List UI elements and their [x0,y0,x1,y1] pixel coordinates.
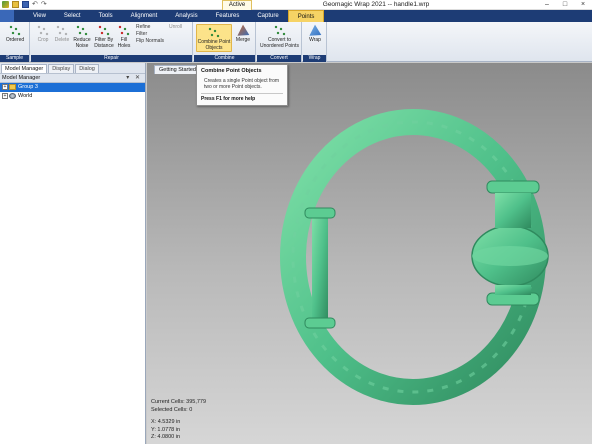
merge-icon [237,24,250,36]
ordered-button[interactable]: Ordered [3,24,27,44]
current-cells-text: Current Cells: 395,779 [151,399,207,405]
expand-toggle-icon[interactable]: + [2,92,8,99]
merge-button[interactable]: Merge [234,24,252,44]
coordinate-readout: X: 4.5329 in Y: 1.0778 in Z: 4.0800 in [151,419,180,442]
combine-point-objects-icon [207,26,221,39]
tree-item-world[interactable]: + World [0,92,145,101]
delete-button[interactable]: Delete [52,24,72,44]
tooltip-divider [201,93,283,94]
flip-normals-button[interactable]: Flip Normals [136,38,164,45]
ribbon-tab-bar: View Select Tools Alignment Analysis Fea… [0,10,592,22]
group-sample: Ordered Sample [0,22,30,62]
coord-z: Z: 4.0800 in [151,434,181,440]
filter-button[interactable]: Filter [136,31,164,38]
center-bulb-band [472,246,548,266]
tooltip-help: Press F1 for more help [201,96,256,102]
convert-unordered-points-button[interactable]: Convert to Unordered Points [259,24,300,49]
group-wrap: Wrap Wrap [303,22,327,62]
folder-icon [9,83,16,90]
convert-unordered-icon [272,24,287,37]
collar-top-left [304,207,336,219]
coord-x: X: 4.5329 in [151,419,181,425]
tab-dialog[interactable]: Dialog [75,64,99,73]
combine-point-objects-button[interactable]: Combine Point Objects [196,24,232,52]
right-lower-segment [495,285,531,295]
crop-button[interactable]: Crop [34,24,52,44]
crop-icon [36,24,50,37]
unroll-button[interactable]: Unroll [169,24,182,31]
coord-y: Y: 1.0778 in [151,426,181,433]
tab-display[interactable]: Display [48,64,75,73]
tooltip-description: Creates a single Point object from two o… [204,78,280,90]
left-bar [312,213,328,325]
tab-points[interactable]: Points [287,10,325,22]
group-label-combine: Combine [194,55,255,62]
reduce-noise-icon [75,24,89,37]
panel-header: Model Manager ▾ ✕ [0,73,145,83]
title-bar: ↶ ↷ Active Geomagic Wrap 2021 -- handle1… [0,0,592,10]
tooltip-title: Combine Point Objects [201,68,262,74]
window-controls: – □ × [538,0,592,10]
tab-view[interactable]: View [24,10,55,22]
group-combine: Combine Point Objects Merge Combine [194,22,256,62]
group-label-convert: Convert [257,55,301,62]
tooltip: Combine Point Objects Creates a single P… [196,64,288,106]
fill-holes-icon [117,24,131,37]
tab-capture[interactable]: Capture [248,10,287,22]
handle-model [280,109,549,405]
collar-bottom-left [304,317,336,329]
globe-icon [9,92,16,99]
expand-toggle-icon[interactable]: + [2,83,8,90]
3d-viewport[interactable]: Getting Started Current Cells: 395,779 S… [147,63,592,444]
group-label-wrap: Wrap [303,55,326,62]
refine-button[interactable]: Refine [136,24,164,31]
file-menu-button[interactable] [0,10,14,22]
reduce-noise-button[interactable]: Reduce Noise [72,24,92,49]
wrap-button[interactable]: Wrap [305,24,325,44]
selected-cells-text: Selected Cells: 0 [151,406,193,413]
tab-analysis[interactable]: Analysis [166,10,206,22]
group-convert: Convert to Unordered Points Convert [257,22,302,62]
tree-item-group[interactable]: + Group 3 [0,83,145,92]
fill-holes-button[interactable]: Fill Holes [116,24,132,49]
model-manager-panel: Model Manager Display Dialog Model Manag… [0,63,146,444]
filter-by-distance-icon [97,24,111,37]
close-icon[interactable]: × [574,0,592,10]
group-label-sample: Sample [0,55,29,62]
repair-small-buttons: Refine Filter Flip Normals [136,24,164,45]
tab-tools[interactable]: Tools [90,10,122,22]
group-label-repair: Repair [31,55,192,62]
delete-icon [55,24,69,37]
window-title: Geomagic Wrap 2021 -- handle1.wrp [322,1,430,8]
wrap-icon [309,24,322,36]
filter-by-distance-button[interactable]: Filter By Distance [92,24,116,49]
tab-model-manager[interactable]: Model Manager [1,64,48,73]
ribbon-panel: Ordered Sample Crop Delete Reduce Noise … [0,22,592,62]
group-repair: Crop Delete Reduce Noise Filter By Dista… [31,22,193,62]
minimize-icon[interactable]: – [538,0,556,10]
cell-readout: Current Cells: 395,779 Selected Cells: 0 [151,399,206,414]
tab-features[interactable]: Features [207,10,249,22]
collar-top-right [486,180,540,194]
tab-alignment[interactable]: Alignment [122,10,167,22]
ordered-icon [8,24,22,37]
tab-select[interactable]: Select [55,10,90,22]
panel-tabs: Model Manager Display Dialog [0,63,145,73]
right-upper-segment [495,193,531,228]
panel-pin-close-icons[interactable]: ▾ ✕ [126,74,142,83]
maximize-icon[interactable]: □ [556,0,574,10]
